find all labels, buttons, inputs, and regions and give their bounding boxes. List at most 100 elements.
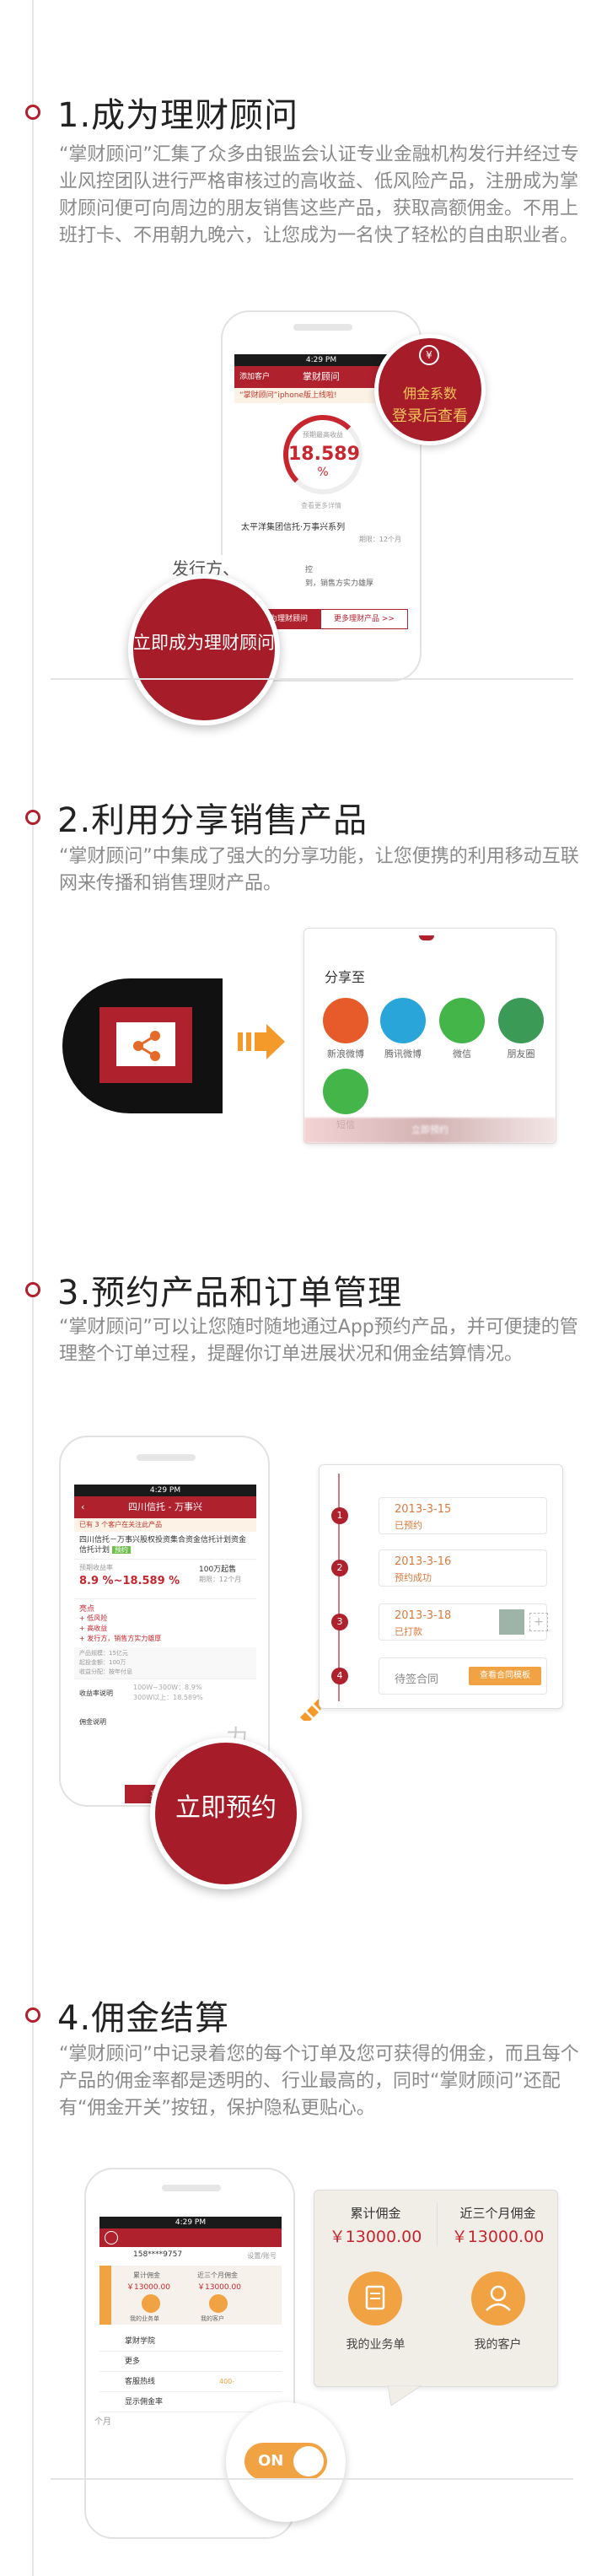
clients-icon[interactable] [209, 2294, 228, 2313]
menu-more[interactable]: 更多 [99, 2352, 282, 2372]
section-2-title: 2.利用分享销售产品 [57, 801, 368, 840]
become-advisor-label: 立即成为理财顾问 [133, 633, 275, 653]
receipt-thumbnail[interactable] [499, 1609, 524, 1635]
toggle-state: ON [258, 2452, 284, 2470]
commission-badge[interactable]: ¥ 佣金系数 登录后查看 [374, 334, 486, 445]
section-3-header: 3.预约产品和订单管理 [25, 1265, 402, 1314]
menu-academy[interactable]: 掌财学院 [99, 2331, 282, 2352]
settings-link[interactable]: 设置/账号 [247, 2251, 277, 2261]
reserve-button[interactable]: 立即预约 [150, 1738, 302, 1889]
section-4-description: “掌财顾问”中记录着您的每个订单及您可获得的佣金，而且每个产品的佣金率都是透明的… [59, 2044, 579, 2119]
product-name[interactable]: 太平洋集团信托·万事兴系列 [241, 520, 345, 532]
timeline-step[interactable]: 2013-3-16 预约成功 [379, 1549, 547, 1587]
product-name: 四川信托－万事兴股权投资集合资金信托计划资金信托计划 [79, 1536, 247, 1555]
profile-bar [99, 2228, 282, 2247]
sms-icon [323, 1069, 368, 1114]
menu-label: 客服热线 [125, 2378, 156, 2386]
document-icon [365, 2285, 385, 2310]
info-line: 收益分配：按年付息 [79, 1668, 132, 1675]
info-line: 起投金额：100万 [79, 1659, 126, 1666]
tencent-weibo-icon [380, 998, 426, 1043]
share-tile [99, 1007, 192, 1083]
share-label: 腾讯微博 [384, 1048, 422, 1059]
divider [437, 2202, 438, 2246]
become-advisor-button[interactable]: 立即成为理财顾问 [128, 574, 280, 725]
share-glyph-icon [133, 1031, 160, 1061]
notice-bar[interactable]: 已有 3 个客户在关注此产品 [74, 1518, 256, 1532]
share-label: 朋友圈 [507, 1048, 535, 1059]
step-number: 2 [331, 1560, 348, 1576]
step-number: 1 [331, 1507, 348, 1524]
timeline-step[interactable]: 2013-3-18 已打款 + [379, 1603, 548, 1641]
bullet-ring-icon [25, 1282, 40, 1297]
blurred-action-bar: 立即预约 [304, 1118, 556, 1143]
menu-hotline[interactable]: 客服热线 400- [99, 2372, 282, 2392]
divider [51, 2478, 573, 2480]
orders-label: 我的业务单 [346, 2338, 406, 2352]
nav-left-label[interactable]: 添加客户 [239, 366, 270, 388]
orders-icon[interactable] [142, 2294, 160, 2313]
commission-toggle[interactable]: ON [244, 2443, 327, 2480]
recent-value: ￥13000.00 [451, 2228, 545, 2246]
more-products-button[interactable]: 更多理财产品 >> [320, 609, 408, 629]
section-3-description: “掌财顾问”可以让您随时随地通过App预约产品，并可便捷的管理整个订单过程，提醒… [59, 1317, 578, 1365]
orders-label: 我的业务单 [130, 2315, 159, 2322]
side-tab [99, 2266, 111, 2325]
highlight-item: + 低风险 [79, 1614, 108, 1622]
step-date: 2013-3-18 [395, 1609, 452, 1622]
sheet-handle [419, 935, 434, 940]
share-icon[interactable] [116, 1022, 175, 1066]
step-status: 已预约 [395, 1520, 422, 1531]
clients-icon[interactable] [471, 2272, 525, 2325]
ring-sub[interactable]: 查看更多详情 [234, 501, 408, 510]
add-photo-icon[interactable]: + [529, 1613, 548, 1631]
view-contract-button[interactable]: 查看合同模板 [469, 1667, 541, 1685]
divider [51, 678, 573, 680]
phone-number: 158****9757 [133, 2250, 183, 2259]
yield-ring: 预期最高收益 18.589 % [283, 415, 363, 494]
yield-range: 8.9 %~18.589 % [79, 1575, 180, 1587]
fee-block: 收益率说明 100W~300W：8.9% 300W以上：18.589% [74, 1679, 256, 1716]
product-term: 期限：12个月 [358, 536, 401, 543]
share-title: 分享至 [325, 969, 366, 985]
order-timeline-card: 1 2013-3-15 已预约 2 2013-3-16 预约成功 3 2013-… [319, 1464, 563, 1709]
total-value: ￥13000.00 [126, 2283, 170, 2292]
user-icon [486, 2285, 511, 2311]
cut-label: 个月 [94, 2417, 111, 2427]
step-number: 4 [331, 1668, 348, 1684]
blurred-button: 立即预约 [411, 1124, 449, 1135]
section-4-title: 4.佣金结算 [57, 1999, 230, 2038]
step-number: 3 [331, 1614, 348, 1630]
timeline-step[interactable]: 待签合同 查看合同模板 [379, 1657, 547, 1695]
status-badge: 预约 [111, 1546, 131, 1554]
status-bar: 4:29 PM [99, 2217, 282, 2228]
min-amount: 100万起售 [199, 1566, 237, 1574]
section-1-header: 1.成为理财顾问 [25, 88, 298, 137]
term: 期限：12个月 [199, 1576, 242, 1583]
back-arrow-icon[interactable]: ‹ [81, 1496, 84, 1518]
fee-line: 100W~300W：8.9% [133, 1684, 202, 1691]
nav-bar: ‹ 四川信托 - 万事兴 [74, 1496, 256, 1518]
step-date: 2013-3-16 [395, 1555, 452, 1568]
orders-icon[interactable] [348, 2272, 402, 2325]
menu-show-commission[interactable]: 显示佣金率 [99, 2392, 282, 2412]
nav-title: 掌财顾问 [303, 371, 340, 382]
yield-label: 预期收益率 [79, 1564, 113, 1571]
clients-label: 我的客户 [201, 2315, 224, 2322]
phone-speaker [162, 2185, 221, 2191]
feature-line-2: 控 [305, 566, 314, 574]
moments-icon [498, 998, 544, 1043]
highlights: 亮点 + 低风险 + 高收益 + 发行方，销售方实力雄厚 [74, 1599, 256, 1647]
share-icon-zoom [62, 978, 223, 1113]
bullet-ring-icon [25, 105, 40, 120]
timeline-step[interactable]: 2013-3-15 已预约 [379, 1497, 547, 1534]
commission-summary: 累计佣金 ￥13000.00 近三个月佣金 ￥13000.00 我的业务单 我的… [99, 2266, 282, 2325]
total-value: ￥13000.00 [329, 2228, 422, 2246]
commission-label: 佣金系数 [402, 385, 457, 401]
fee-label: 收益率说明 [79, 1689, 113, 1697]
section-3-title: 3.预约产品和订单管理 [57, 1274, 403, 1312]
avatar[interactable] [105, 2231, 118, 2245]
weibo-icon [323, 998, 368, 1043]
reserve-label: 立即预约 [175, 1793, 277, 1823]
lock-icon: ¥ [419, 345, 439, 365]
